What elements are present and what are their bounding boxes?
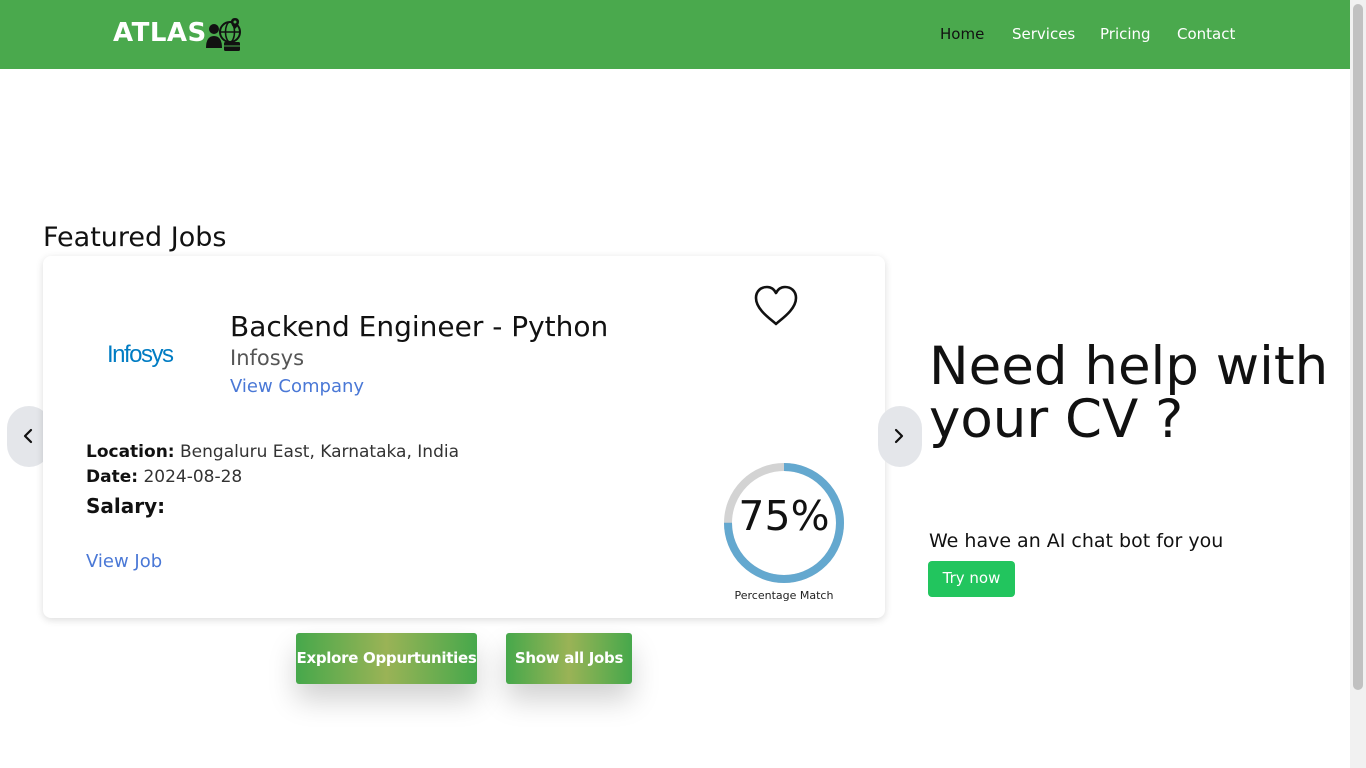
view-job-link[interactable]: View Job bbox=[86, 551, 162, 572]
nav-contact[interactable]: Contact bbox=[1177, 25, 1235, 43]
chevron-left-icon bbox=[23, 428, 33, 444]
view-company-link[interactable]: View Company bbox=[230, 376, 364, 397]
match-percentage: 75% bbox=[738, 492, 830, 540]
nav-home[interactable]: Home bbox=[940, 25, 984, 43]
job-location: Location: Bengaluru East, Karnataka, Ind… bbox=[86, 442, 459, 462]
nav-services[interactable]: Services bbox=[1012, 25, 1075, 43]
chevron-right-icon bbox=[894, 428, 904, 444]
page-scrollbar[interactable] bbox=[1350, 0, 1366, 768]
company-logo-text: Infosys bbox=[107, 341, 174, 368]
date-label: Date: bbox=[86, 467, 139, 487]
carousel-next-button[interactable] bbox=[878, 406, 922, 467]
match-caption: Percentage Match bbox=[734, 589, 834, 602]
top-navbar: ATLAS Home Services Pricing Contact bbox=[0, 0, 1350, 69]
job-card: Infosys Backend Engineer - Python Infosy… bbox=[43, 256, 885, 618]
brand-name[interactable]: ATLAS bbox=[113, 18, 207, 48]
job-title[interactable]: Backend Engineer - Python bbox=[230, 310, 608, 343]
featured-jobs-title: Featured Jobs bbox=[43, 222, 227, 253]
heart-icon[interactable] bbox=[752, 284, 800, 328]
scrollbar-thumb[interactable] bbox=[1353, 4, 1363, 690]
promo-text: We have an AI chat bot for you bbox=[929, 530, 1224, 552]
location-label: Location: bbox=[86, 442, 175, 462]
location-value: Bengaluru East, Karnataka, India bbox=[180, 442, 459, 462]
explore-opportunities-button[interactable]: Explore Oppurtunities bbox=[296, 633, 477, 684]
promo-heading: Need help with your CV ? bbox=[929, 336, 1329, 450]
salary-label: Salary: bbox=[86, 494, 166, 518]
date-value: 2024-08-28 bbox=[143, 467, 243, 487]
company-name: Infosys bbox=[230, 346, 305, 370]
company-logo: Infosys bbox=[107, 338, 181, 372]
nav-pricing[interactable]: Pricing bbox=[1100, 25, 1151, 43]
try-now-button[interactable]: Try now bbox=[928, 561, 1015, 597]
show-all-jobs-button[interactable]: Show all Jobs bbox=[506, 633, 632, 684]
brand-logo-icon bbox=[204, 14, 246, 54]
job-date: Date: 2024-08-28 bbox=[86, 467, 242, 487]
